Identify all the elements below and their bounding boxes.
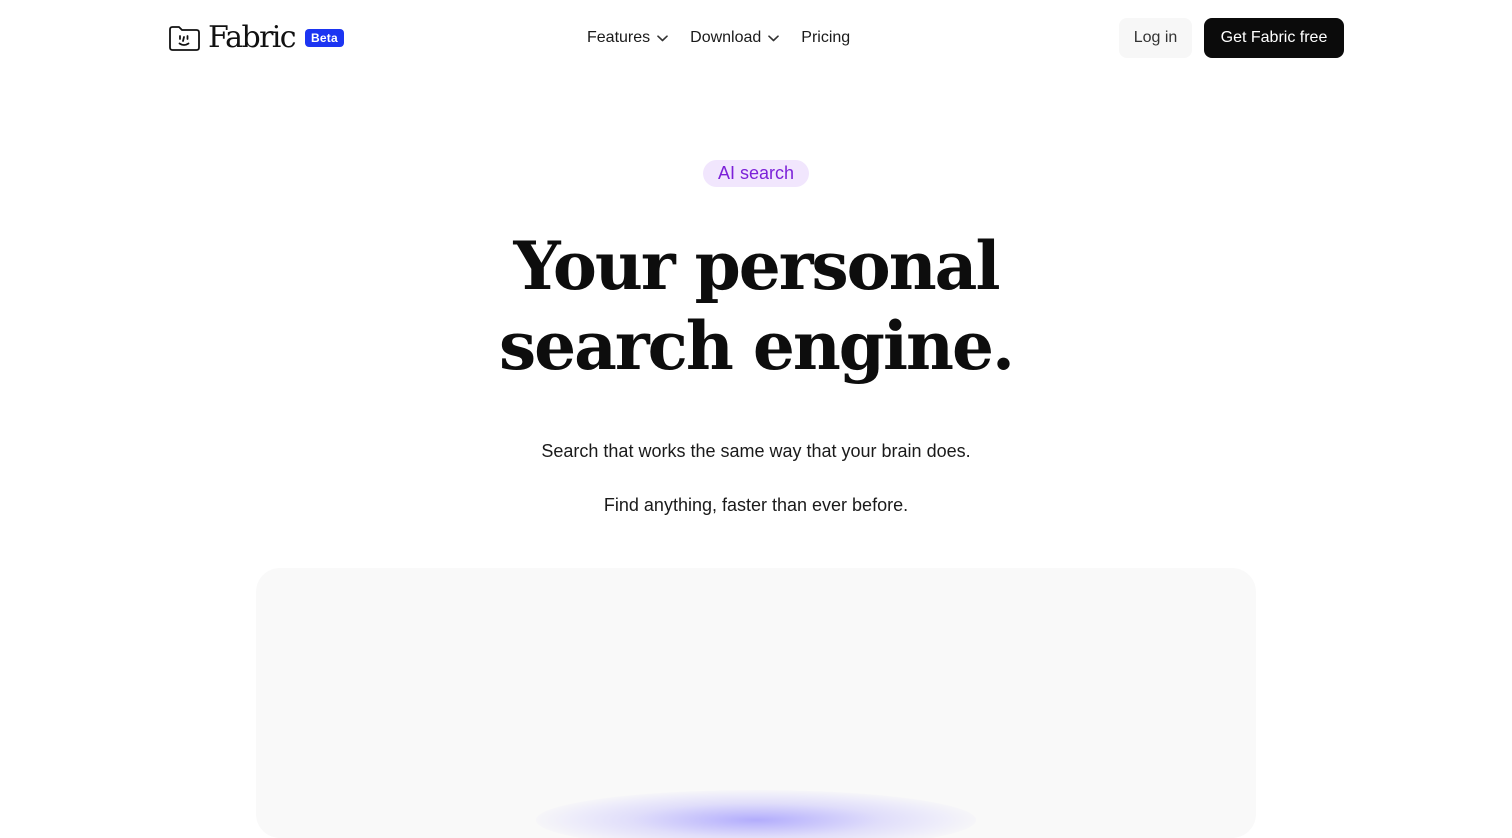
nav-features[interactable]: Features [587,29,668,47]
hero-subtext-2: Find anything, faster than ever before. [603,495,909,515]
nav-download[interactable]: Download [690,29,780,47]
get-fabric-free-button[interactable]: Get Fabric free [1204,18,1344,58]
logo-wordmark: Fabric [208,20,297,55]
nav-pricing-label: Pricing [801,29,851,46]
main-nav: Features Download Pricing [587,24,850,52]
nav-download-label: Download [690,29,762,46]
login-button[interactable]: Log in [1119,18,1192,58]
folder-face-icon [169,26,200,51]
beta-badge: Beta [305,29,344,47]
top-navigation-bar: Fabric Beta Features Download Pricing Lo… [0,0,1512,76]
chevron-down-icon [768,34,780,41]
chevron-down-icon [657,34,668,41]
nav-features-label: Features [587,29,651,46]
hero-headline-line2: search engine. [499,307,1015,385]
logo-link[interactable]: Fabric Beta [168,20,344,56]
ai-search-tag: AI search [703,160,809,187]
product-preview-panel [256,568,1256,838]
hero-headline: Your personal search engine. [356,226,1156,386]
preview-glow [536,790,976,838]
hero-headline-line1: Your personal [513,227,1000,305]
hero-subtext-1: Search that works the same way that your… [541,441,971,461]
nav-pricing[interactable]: Pricing [801,29,850,47]
